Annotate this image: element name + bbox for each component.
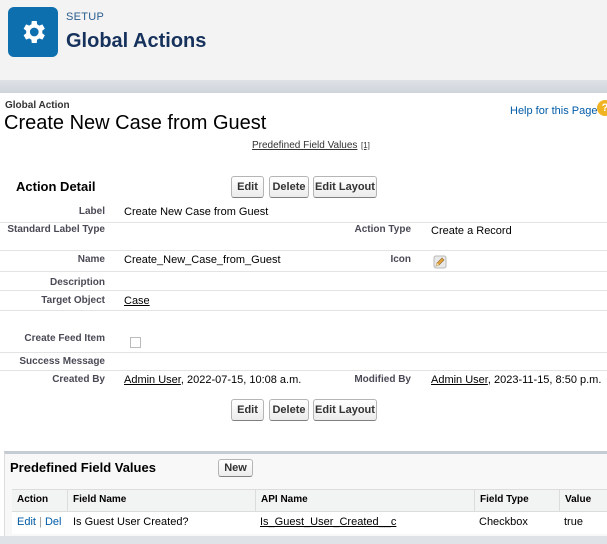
pencil-icon <box>433 255 447 269</box>
gear-icon <box>23 21 45 43</box>
action-separator: | <box>39 516 42 528</box>
header-divider <box>0 80 607 93</box>
column-separator <box>559 489 560 512</box>
question-icon[interactable]: ? <box>597 100 607 116</box>
column-header-field-name: Field Name <box>73 494 127 505</box>
name-field-value: Create_New_Case_from_Guest <box>124 254 281 266</box>
modified-by-value: Admin User, 2023-11-15, 8:50 p.m. <box>431 374 601 386</box>
created-by-date: , 2022-07-15, 10:08 a.m. <box>180 374 302 386</box>
setup-section-label: SETUP <box>66 11 105 23</box>
edit-button-bottom[interactable]: Edit <box>231 399 264 421</box>
delete-button-bottom[interactable]: Delete <box>269 399 309 421</box>
modified-by-date: , 2023-11-15, 8:50 p.m. <box>487 374 602 386</box>
column-header-api-name: API Name <box>261 494 308 505</box>
column-separator <box>474 489 475 512</box>
action-detail-title: Action Detail <box>16 179 96 194</box>
create-feed-item-checkbox <box>130 337 141 348</box>
created-by-user-link[interactable]: Admin User <box>124 374 181 386</box>
related-list-title: Predefined Field Values <box>10 460 156 475</box>
row-divider <box>0 250 607 251</box>
description-label: Description <box>49 277 105 288</box>
row-divider <box>0 352 607 353</box>
row-actions: Edit | Del <box>17 516 61 528</box>
column-header-value: Value <box>565 494 592 505</box>
standard-label-type-label: Standard Label Type <box>7 224 105 235</box>
create-feed-item-label: Create Feed Item <box>24 333 105 344</box>
column-separator <box>67 489 68 512</box>
api-name-link[interactable]: Is_Guest_User_Created__c <box>260 516 396 528</box>
field-type-cell: Checkbox <box>479 516 528 528</box>
modified-by-user-link[interactable]: Admin User <box>431 374 488 386</box>
action-type-value: Create a Record <box>431 225 512 237</box>
column-separator <box>255 489 256 512</box>
success-message-label: Success Message <box>19 356 105 367</box>
row-divider <box>0 310 607 311</box>
page-header-title: Global Actions <box>66 30 207 52</box>
target-object-link[interactable]: Case <box>124 295 150 307</box>
row-divider <box>0 370 607 371</box>
edit-layout-button-bottom[interactable]: Edit Layout <box>313 399 377 421</box>
target-object-label: Target Object <box>41 295 105 306</box>
column-header-action: Action <box>17 494 49 505</box>
delete-row-link[interactable]: Del <box>45 516 62 528</box>
created-by-value: Admin User, 2022-07-15, 10:08 a.m. <box>124 374 301 386</box>
action-type-label: Action Type <box>354 224 411 235</box>
help-link[interactable]: Help for this Page <box>510 105 597 117</box>
created-by-label: Created By <box>52 374 105 385</box>
record-type-label: Global Action <box>5 100 70 111</box>
new-button[interactable]: New <box>218 459 253 477</box>
label-field-label: Label <box>78 206 105 217</box>
column-header-field-type: Field Type <box>480 494 529 505</box>
name-field-label: Name <box>77 254 105 265</box>
icon-field-label: Icon <box>390 254 411 265</box>
row-divider <box>0 222 607 223</box>
edit-button[interactable]: Edit <box>231 176 264 198</box>
delete-button[interactable]: Delete <box>269 176 309 198</box>
label-field-value: Create New Case from Guest <box>124 206 269 218</box>
row-divider <box>0 271 607 272</box>
page-title: Create New Case from Guest <box>4 112 267 134</box>
bottom-edge <box>0 536 607 544</box>
edit-row-link[interactable]: Edit <box>17 516 36 528</box>
value-cell: true <box>564 516 583 528</box>
edit-layout-button[interactable]: Edit Layout <box>313 176 377 198</box>
modified-by-label: Modified By <box>354 374 411 385</box>
predefined-values-count[interactable]: [1] <box>361 141 370 150</box>
field-name-cell: Is Guest User Created? <box>73 516 189 528</box>
setup-app-icon <box>8 7 58 57</box>
predefined-values-link[interactable]: Predefined Field Values <box>252 140 357 151</box>
row-divider <box>0 290 607 291</box>
